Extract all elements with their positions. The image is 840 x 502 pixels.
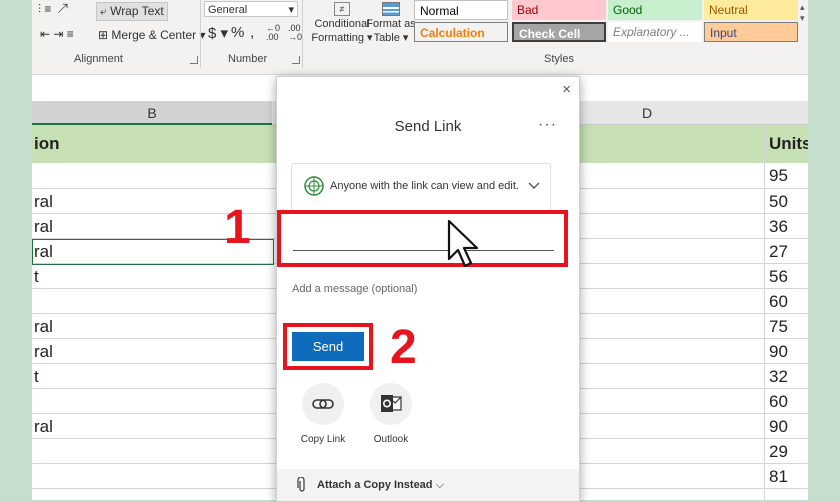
units-cell[interactable]: 36 bbox=[769, 217, 788, 237]
mouse-cursor-icon bbox=[447, 219, 479, 268]
style-check-cell[interactable]: Check Cell bbox=[512, 22, 606, 42]
comma-button[interactable]: , bbox=[250, 24, 254, 41]
send-link-dialog: × Send Link ··· Anyone with the link can… bbox=[276, 76, 580, 502]
style-neutral[interactable]: Neutral bbox=[704, 0, 798, 20]
conditional-formatting-icon: ≠ bbox=[334, 2, 350, 16]
step-number-1: 1 bbox=[224, 201, 251, 254]
cell[interactable]: ral bbox=[34, 192, 53, 212]
outlook-label: Outlook bbox=[373, 434, 409, 445]
indent-icons[interactable]: ⇤ ⇥ ≡ bbox=[40, 27, 74, 41]
chevron-down-icon bbox=[528, 182, 540, 189]
units-cell[interactable]: 29 bbox=[769, 442, 788, 462]
merge-icon: ⊞ bbox=[98, 28, 109, 42]
units-cell[interactable]: 32 bbox=[769, 367, 788, 387]
units-cell[interactable]: 56 bbox=[769, 267, 788, 287]
units-cell[interactable]: 60 bbox=[769, 392, 788, 412]
units-cell[interactable]: 81 bbox=[769, 467, 788, 487]
units-cell[interactable]: 50 bbox=[769, 192, 788, 212]
permission-text: Anyone with the link can view and edit. bbox=[330, 180, 519, 192]
copy-link-button[interactable] bbox=[302, 383, 344, 425]
copy-link-label: Copy Link bbox=[300, 434, 346, 445]
column-header-e[interactable] bbox=[764, 101, 808, 125]
style-input[interactable]: Input bbox=[704, 22, 798, 42]
cell[interactable]: ral bbox=[34, 217, 53, 237]
format-as-table-button[interactable]: Format as Table ▾ bbox=[366, 2, 416, 45]
format-table-icon bbox=[382, 2, 400, 16]
outlook-button[interactable] bbox=[370, 383, 412, 425]
link-permission-selector[interactable]: Anyone with the link can view and edit. bbox=[291, 163, 551, 211]
units-cell[interactable]: 75 bbox=[769, 317, 788, 337]
ribbon: ⫶ ≡ ↗ ⇤ ⇥ ≡ ⤶ Wrap Text ⊞ Merge & Center… bbox=[32, 0, 808, 75]
divider bbox=[200, 0, 201, 68]
styles-group-label: Styles bbox=[544, 53, 574, 65]
style-calculation[interactable]: Calculation bbox=[414, 22, 508, 42]
style-bad[interactable]: Bad bbox=[512, 0, 606, 20]
link-icon bbox=[312, 399, 334, 409]
units-cell[interactable]: 95 bbox=[769, 166, 788, 186]
outlook-icon bbox=[381, 395, 402, 412]
dialog-header: Send Link ··· bbox=[277, 101, 579, 145]
units-cell[interactable]: 60 bbox=[769, 292, 788, 312]
percent-button[interactable]: % bbox=[231, 24, 244, 41]
units-cell[interactable]: 90 bbox=[769, 342, 788, 362]
style-explanatory[interactable]: Explanatory ... bbox=[608, 22, 702, 42]
paperclip-icon bbox=[297, 477, 305, 492]
divider bbox=[302, 0, 303, 68]
globe-icon bbox=[304, 176, 324, 196]
dialog-title: Send Link bbox=[394, 118, 462, 135]
column-header-b[interactable]: B bbox=[32, 101, 272, 125]
style-normal[interactable]: Normal bbox=[414, 0, 508, 20]
cell[interactable]: ral bbox=[34, 417, 53, 437]
increase-decimal-button[interactable]: ←0.00 bbox=[266, 24, 280, 42]
cell[interactable]: t bbox=[34, 267, 39, 287]
header-cell-description[interactable]: ion bbox=[32, 125, 272, 163]
wrap-text-button[interactable]: ⤶ Wrap Text bbox=[96, 2, 168, 21]
units-cell[interactable]: 27 bbox=[769, 242, 788, 262]
attach-copy-bar[interactable]: Attach a Copy Instead ⌵ bbox=[277, 469, 579, 501]
cell[interactable]: ral bbox=[34, 317, 53, 337]
styles-scroll-icon[interactable]: ▴ ▾ bbox=[800, 2, 805, 24]
style-good[interactable]: Good bbox=[608, 0, 702, 20]
wrap-text-icon: ⤶ bbox=[100, 4, 107, 18]
recipient-input[interactable] bbox=[293, 224, 554, 251]
alignment-group-label: Alignment bbox=[74, 53, 123, 65]
step-number-2: 2 bbox=[390, 321, 417, 374]
more-options-icon[interactable]: ··· bbox=[538, 116, 557, 134]
send-button[interactable]: Send bbox=[292, 332, 364, 361]
number-launcher-icon[interactable] bbox=[292, 56, 300, 64]
attach-copy-label: Attach a Copy Instead ⌵ bbox=[317, 479, 444, 491]
alignment-launcher-icon[interactable] bbox=[190, 56, 198, 64]
cell[interactable]: t bbox=[34, 367, 39, 387]
recipient-highlight bbox=[277, 210, 568, 267]
cell[interactable]: ral bbox=[34, 242, 53, 262]
header-cell-units[interactable]: Units bbox=[765, 125, 808, 163]
chevron-down-icon: ▾ bbox=[288, 4, 294, 16]
number-format-select[interactable]: General ▾ bbox=[204, 1, 298, 17]
number-group-label: Number bbox=[228, 53, 268, 65]
cell[interactable]: ral bbox=[34, 342, 53, 362]
merge-center-button[interactable]: ⊞ Merge & Center ▾ bbox=[98, 28, 205, 42]
chevron-down-icon: ⌵ bbox=[435, 479, 444, 491]
decrease-decimal-button[interactable]: .00 →0 bbox=[288, 24, 302, 42]
message-field[interactable]: Add a message (optional) bbox=[292, 283, 417, 295]
units-cell[interactable]: 90 bbox=[769, 417, 788, 437]
close-icon[interactable]: × bbox=[562, 81, 571, 98]
align-icons-top[interactable]: ⫶ ≡ ↗ bbox=[38, 2, 68, 17]
currency-button[interactable]: $ ▾ bbox=[208, 24, 228, 42]
send-highlight: Send bbox=[283, 323, 373, 370]
